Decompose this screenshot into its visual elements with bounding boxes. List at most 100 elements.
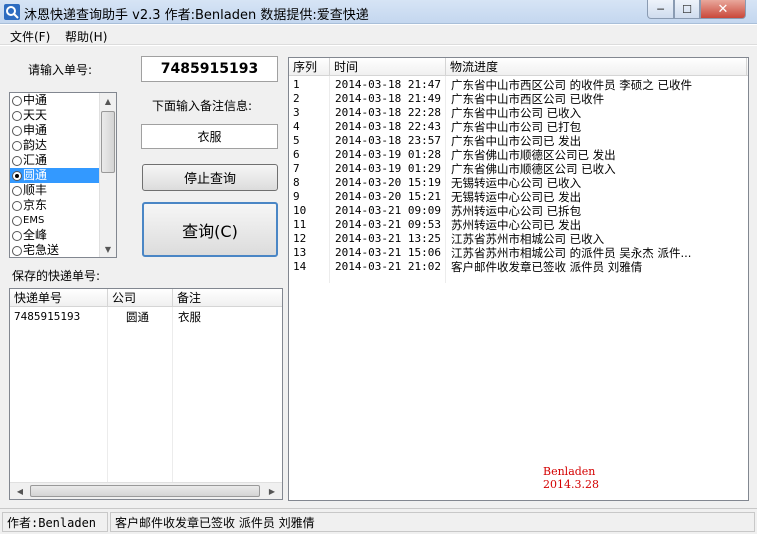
- radio-button-icon[interactable]: [12, 215, 22, 226]
- stop-query-button[interactable]: 停止查询: [142, 164, 278, 191]
- saved-list-header: 快递单号 公司 备注: [10, 289, 282, 307]
- column-divider: [329, 76, 330, 283]
- carrier-radio-item[interactable]: 顺丰: [10, 183, 100, 198]
- note-input[interactable]: 衣服: [141, 124, 278, 149]
- scroll-down-icon[interactable]: ▼: [100, 241, 116, 257]
- tracking-row[interactable]: 4 2014-03-18 22:43 广东省中山市公司 已打包: [289, 120, 748, 134]
- tracking-cell: 2014-03-21 15:06: [335, 246, 441, 259]
- radio-button-icon[interactable]: [12, 230, 22, 241]
- tracking-cell: 10: [293, 204, 307, 217]
- tracking-cell: 苏州转运中心公司已 发出: [451, 218, 582, 232]
- tracking-cell: 广东省中山市西区公司 已收件: [451, 92, 605, 106]
- saved-list[interactable]: 快递单号 公司 备注 7485915193 圆通 衣服 ◀ ▶: [9, 288, 283, 500]
- radio-button-icon[interactable]: [12, 110, 22, 121]
- tracking-number-label: 请输入单号:: [28, 63, 93, 77]
- scrollbar-thumb[interactable]: [101, 111, 115, 173]
- tracking-cell: 2014-03-18 22:43: [335, 120, 441, 133]
- tracking-cell: 9: [293, 190, 300, 203]
- carrier-radio-item[interactable]: 天天: [10, 108, 100, 123]
- radio-button-icon[interactable]: [12, 140, 22, 151]
- radio-button-icon[interactable]: [12, 200, 22, 211]
- scrollbar-thumb[interactable]: [30, 485, 260, 497]
- col-progress[interactable]: 物流进度: [446, 58, 747, 76]
- tracking-row[interactable]: 3 2014-03-18 22:28 广东省中山市公司 已收入: [289, 106, 748, 120]
- carrier-radio-item[interactable]: 宅急送: [10, 243, 100, 257]
- tracking-cell: 8: [293, 176, 300, 189]
- radio-button-icon[interactable]: [12, 170, 22, 181]
- tracking-row[interactable]: 6 2014-03-19 01:28 广东省佛山市顺德区公司已 发出: [289, 148, 748, 162]
- tracking-cell: 2014-03-18 23:57: [335, 134, 441, 147]
- tracking-cell: 江苏省苏州市相城公司 已收入: [451, 232, 605, 246]
- radio-button-icon[interactable]: [12, 95, 22, 106]
- tracking-row[interactable]: 11 2014-03-21 09:53 苏州转运中心公司已 发出: [289, 218, 748, 232]
- tracking-cell: 2014-03-19 01:29: [335, 162, 441, 175]
- radio-button-icon[interactable]: [12, 125, 22, 136]
- query-label: 查询(C): [182, 221, 238, 241]
- carrier-radio-item[interactable]: 汇通: [10, 153, 100, 168]
- tracking-row[interactable]: 9 2014-03-20 15:21 无锡转运中心公司已 发出: [289, 190, 748, 204]
- tracking-cell: 2014-03-21 13:25: [335, 232, 441, 245]
- scroll-up-icon[interactable]: ▲: [100, 93, 116, 109]
- carrier-radio-item[interactable]: 中通: [10, 93, 100, 108]
- tracking-list[interactable]: 序列 时间 物流进度 1 2014-03-18 21:47 广东省中山市西区公司 的…: [288, 57, 749, 501]
- tracking-cell: 2014-03-21 21:02: [335, 260, 441, 273]
- saved-list-hscrollbar[interactable]: ◀ ▶: [10, 482, 282, 499]
- tracking-row[interactable]: 5 2014-03-18 23:57 广东省中山市公司已 发出: [289, 134, 748, 148]
- col-company[interactable]: 公司: [108, 289, 173, 307]
- tracking-cell: 广东省中山市公司 已收入: [451, 106, 582, 120]
- saved-cell: 衣服: [178, 310, 201, 324]
- tracking-row[interactable]: 1 2014-03-18 21:47 广东省中山市西区公司 的收件员 李硕之 已收件: [289, 78, 748, 92]
- carrier-list[interactable]: 中通 天天 申通 韵达 汇通 圆通 顺丰 京东 EMS 全峰 宅急送 ▲ ▼: [9, 92, 117, 258]
- carrier-label: 全峰: [23, 228, 48, 242]
- carrier-radio-item[interactable]: 京东: [10, 198, 100, 213]
- tracking-row[interactable]: 2 2014-03-18 21:49 广东省中山市西区公司 已收件: [289, 92, 748, 106]
- tracking-row[interactable]: 7 2014-03-19 01:29 广东省佛山市顺德区公司 已收入: [289, 162, 748, 176]
- carrier-list-scrollbar[interactable]: ▲ ▼: [99, 93, 116, 257]
- tracking-cell: 2014-03-18 22:28: [335, 106, 441, 119]
- carrier-label: EMS: [23, 215, 45, 226]
- carrier-radio-item[interactable]: EMS: [10, 213, 100, 228]
- tracking-row[interactable]: 12 2014-03-21 13:25 江苏省苏州市相城公司 已收入: [289, 232, 748, 246]
- carrier-radio-item[interactable]: 全峰: [10, 228, 100, 243]
- tracking-row[interactable]: 8 2014-03-20 15:19 无锡转运中心公司 已收入: [289, 176, 748, 190]
- tracking-cell: 1: [293, 78, 300, 91]
- col-tracking-number[interactable]: 快递单号: [10, 289, 108, 307]
- magnifier-icon: [4, 4, 20, 20]
- tracking-cell: 广东省中山市公司已 发出: [451, 134, 582, 148]
- minimize-button[interactable]: ─: [647, 0, 674, 19]
- carrier-label: 京东: [23, 198, 48, 212]
- title-bar[interactable]: 沐恩快递查询助手 v2.3 作者:Benladen 数据提供:爱查快递 ─ ☐ …: [0, 0, 757, 24]
- tracking-cell: 11: [293, 218, 307, 231]
- tracking-row[interactable]: 13 2014-03-21 15:06 江苏省苏州市相城公司 的派件员 吴永杰 派件…: [289, 246, 748, 260]
- note-label: 下面输入备注信息:: [152, 99, 253, 113]
- note-value: 衣服: [197, 130, 222, 144]
- tracking-cell: 6: [293, 148, 300, 161]
- tracking-cell: 广东省佛山市顺德区公司已 发出: [451, 148, 616, 162]
- col-time[interactable]: 时间: [330, 58, 446, 76]
- tracking-cell: 2: [293, 92, 300, 105]
- scroll-right-icon[interactable]: ▶: [264, 483, 280, 499]
- menu-help[interactable]: 帮助(H): [65, 28, 107, 45]
- scroll-left-icon[interactable]: ◀: [12, 483, 28, 499]
- radio-button-icon[interactable]: [12, 245, 22, 256]
- carrier-label: 韵达: [23, 138, 48, 152]
- saved-row[interactable]: 7485915193 圆通 衣服: [10, 310, 282, 324]
- maximize-button[interactable]: ☐: [674, 0, 700, 19]
- query-button[interactable]: 查询(C): [142, 202, 278, 257]
- tracking-cell: 客户邮件收发章已签收 派件员 刘雅倩: [451, 260, 643, 274]
- tracking-row[interactable]: 14 2014-03-21 21:02 客户邮件收发章已签收 派件员 刘雅倩: [289, 260, 748, 274]
- close-button[interactable]: ✕: [700, 0, 746, 19]
- tracking-cell: 2014-03-19 01:28: [335, 148, 441, 161]
- carrier-radio-item[interactable]: 申通: [10, 123, 100, 138]
- col-sequence[interactable]: 序列: [289, 58, 330, 76]
- col-note[interactable]: 备注: [173, 289, 282, 307]
- carrier-label: 顺丰: [23, 183, 48, 197]
- tracking-number-input[interactable]: 7485915193: [141, 56, 278, 82]
- radio-button-icon[interactable]: [12, 155, 22, 166]
- carrier-radio-item[interactable]: 韵达: [10, 138, 100, 153]
- menu-file[interactable]: 文件(F): [10, 28, 50, 45]
- tracking-row[interactable]: 10 2014-03-21 09:09 苏州转运中心公司 已拆包: [289, 204, 748, 218]
- radio-button-icon[interactable]: [12, 185, 22, 196]
- carrier-radio-item[interactable]: 圆通: [10, 168, 100, 183]
- carrier-label: 中通: [23, 93, 48, 107]
